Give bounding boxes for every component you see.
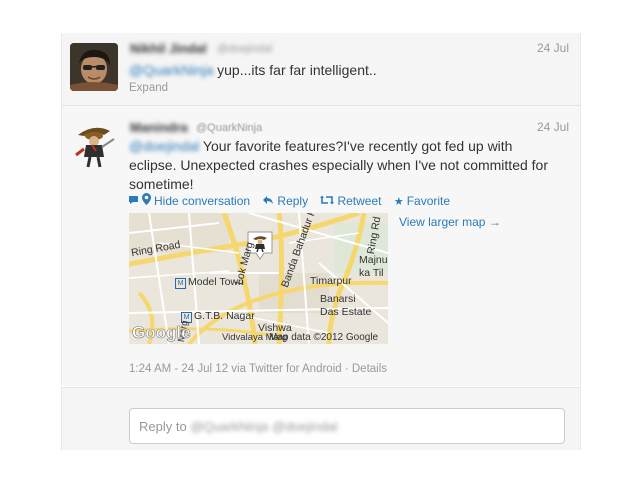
tweet-text: @QuarkNinja yup...its far far intelligen…	[129, 62, 377, 78]
map-label: M G.T.B. Nagar	[181, 310, 255, 323]
speech-bubble-icon	[128, 195, 139, 208]
metro-icon: M	[175, 278, 186, 289]
view-larger-map-link[interactable]: View larger map →	[399, 215, 501, 229]
map-label: Banarsi	[320, 293, 356, 305]
reply-arrow-icon	[262, 195, 274, 208]
google-logo[interactable]: Google	[132, 323, 191, 343]
reply-area: Reply to @QuarkNinja @doejindal	[61, 387, 581, 450]
author-name[interactable]: Nikhil Jindal	[130, 41, 207, 56]
mention-link[interactable]: @doejindal	[129, 138, 199, 154]
map-pin-icon	[142, 193, 151, 208]
mention-link[interactable]: @QuarkNinja	[129, 62, 213, 78]
map-label: Majnu	[359, 254, 388, 266]
reply-button[interactable]: Reply	[262, 194, 311, 208]
reply-placeholder: Reply to @QuarkNinja @doejindal	[139, 419, 338, 434]
expand-link[interactable]: Expand	[129, 82, 168, 94]
tweet-item[interactable]: Nikhil Jindal @doejindal 24 Jul @QuarkNi…	[61, 33, 581, 106]
tweet-item[interactable]: Manindra @QuarkNinja 24 Jul @doejindal Y…	[61, 106, 581, 386]
retweet-icon	[320, 195, 335, 208]
author-name[interactable]: Manindra	[130, 120, 188, 135]
location-map[interactable]: Ring Road M Model Town Lok Marg Banda Bah…	[129, 213, 388, 344]
map-label: ka Til	[359, 267, 384, 279]
author-handle[interactable]: @doejindal	[217, 43, 272, 55]
hide-conversation-link[interactable]: Hide conversation	[128, 193, 253, 208]
star-icon: ★	[393, 196, 404, 208]
map-label: Timarpur	[310, 275, 352, 287]
favorite-button[interactable]: ★ Favorite	[394, 194, 450, 208]
tweet-date[interactable]: 24 Jul	[537, 120, 569, 134]
avatar[interactable]	[70, 121, 118, 169]
map-copyright[interactable]: Map data ©2012 Google	[269, 332, 378, 343]
tweet-date[interactable]: 24 Jul	[537, 41, 569, 55]
map-label: Das Estate	[320, 306, 372, 318]
reply-input[interactable]: Reply to @QuarkNinja @doejindal	[129, 408, 565, 444]
tweet-text: @doejindal Your favorite features?I've r…	[129, 138, 548, 192]
author-handle[interactable]: @QuarkNinja	[196, 122, 262, 134]
tweet-meta[interactable]: 1:24 AM - 24 Jul 12 via Twitter for Andr…	[129, 363, 387, 375]
tweet-actions: Hide conversation Reply Retweet ★ Favorit…	[128, 193, 459, 208]
retweet-button[interactable]: Retweet	[320, 194, 384, 208]
avatar[interactable]	[70, 43, 118, 91]
